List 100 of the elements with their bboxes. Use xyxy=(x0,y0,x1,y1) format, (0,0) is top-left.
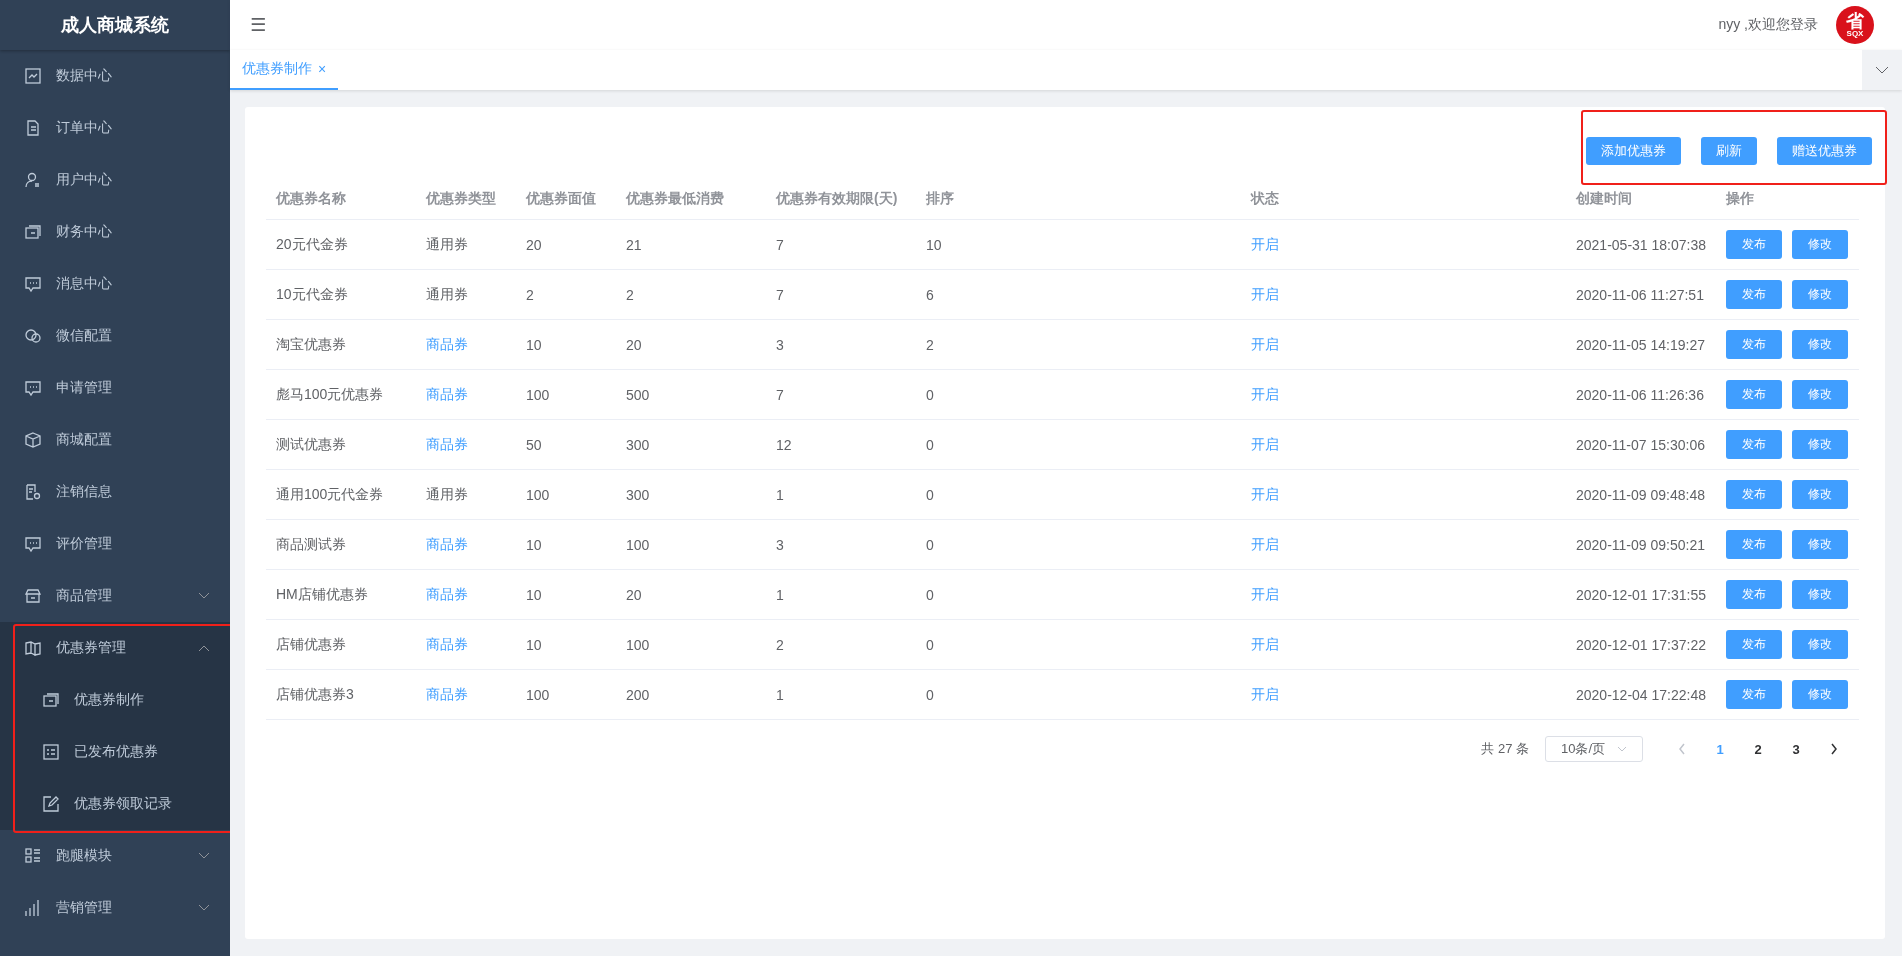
menu-item[interactable]: 评价管理 xyxy=(0,518,230,570)
menu-item[interactable]: 财务中心 xyxy=(0,206,230,258)
row-action-button[interactable]: 修改 xyxy=(1792,680,1848,709)
row-action-button[interactable]: 发布 xyxy=(1726,480,1782,509)
table-cell[interactable]: 开启 xyxy=(1251,635,1576,654)
close-icon[interactable]: × xyxy=(318,61,327,77)
user-icon xyxy=(24,171,42,189)
table-cell[interactable]: 开启 xyxy=(1251,335,1576,354)
toolbar-button[interactable]: 添加优惠券 xyxy=(1586,137,1681,165)
table-cell[interactable]: 商品券 xyxy=(426,535,526,554)
row-action-button[interactable]: 发布 xyxy=(1726,280,1782,309)
row-action-button[interactable]: 修改 xyxy=(1792,380,1848,409)
tab-menu-button[interactable] xyxy=(1862,50,1902,90)
ticket-icon xyxy=(42,691,60,709)
row-action-button[interactable]: 修改 xyxy=(1792,430,1848,459)
table-cell[interactable]: 商品券 xyxy=(426,585,526,604)
chevron-icon xyxy=(1875,66,1889,74)
menu-item[interactable]: 跑腿模块 xyxy=(0,830,230,882)
table-cell[interactable]: 商品券 xyxy=(426,635,526,654)
submenu-item[interactable]: 优惠券制作 xyxy=(0,674,230,726)
column-header: 排序 xyxy=(926,190,955,208)
table-cell[interactable]: 开启 xyxy=(1251,535,1576,554)
row-action-button[interactable]: 发布 xyxy=(1726,630,1782,659)
edit-icon xyxy=(42,795,60,813)
menu-item[interactable]: 数据中心 xyxy=(0,50,230,102)
table-cell-text: 100 xyxy=(526,486,551,503)
toolbar-button[interactable]: 赠送优惠券 xyxy=(1777,137,1872,165)
table-cell-text: 3 xyxy=(776,336,785,353)
row-action-button[interactable]: 修改 xyxy=(1792,480,1848,509)
toolbar-button[interactable]: 刷新 xyxy=(1701,137,1757,165)
row-action-button[interactable]: 发布 xyxy=(1726,680,1782,709)
table-cell-text: 200 xyxy=(626,686,651,703)
menu-item[interactable]: 用户中心 xyxy=(0,154,230,206)
row-action-button[interactable]: 修改 xyxy=(1792,330,1848,359)
menu-item[interactable]: 营销管理 xyxy=(0,882,230,934)
table-cell[interactable]: 开启 xyxy=(1251,435,1576,454)
submenu-item[interactable]: 已发布优惠券 xyxy=(0,726,230,778)
table-cell-text: 7 xyxy=(776,286,785,303)
table-cell-text: 2020-11-06 11:27:51 xyxy=(1576,286,1705,303)
page-number[interactable]: 2 xyxy=(1743,741,1773,757)
table-cell-text: 100 xyxy=(626,636,651,653)
column-header: 状态 xyxy=(1251,190,1280,208)
column-header: 创建时间 xyxy=(1576,190,1633,208)
bar-chart-icon xyxy=(24,899,42,917)
row-action-button[interactable]: 发布 xyxy=(1726,230,1782,259)
table-cell-text: 20 xyxy=(626,336,643,353)
column-header: 操作 xyxy=(1726,190,1755,208)
checklist-icon xyxy=(42,743,60,761)
row-action-button[interactable]: 修改 xyxy=(1792,630,1848,659)
table-cell-text: 100 xyxy=(626,536,651,553)
row-action-button[interactable]: 发布 xyxy=(1726,430,1782,459)
table-cell[interactable]: 开启 xyxy=(1251,235,1576,254)
table-cell[interactable]: 开启 xyxy=(1251,385,1576,404)
table-cell-text: HM店铺优惠券 xyxy=(276,585,369,604)
row-action-button[interactable]: 发布 xyxy=(1726,530,1782,559)
tab[interactable]: 优惠券制作 × xyxy=(230,50,339,90)
table-cell[interactable]: 商品券 xyxy=(426,685,526,704)
row-action-button[interactable]: 发布 xyxy=(1726,580,1782,609)
table-cell-text: 2021-05-31 18:07:38 xyxy=(1576,236,1707,253)
table-cell-text: 0 xyxy=(926,686,935,703)
row-action-button[interactable]: 修改 xyxy=(1792,230,1848,259)
column-header: 优惠券名称 xyxy=(276,190,347,208)
table-cell[interactable]: 开启 xyxy=(1251,685,1576,704)
table-cell-text: 通用券 xyxy=(426,285,469,304)
table-cell[interactable]: 开启 xyxy=(1251,485,1576,504)
menu-item[interactable]: 微信配置 xyxy=(0,310,230,362)
row-action-button[interactable]: 修改 xyxy=(1792,530,1848,559)
submenu-item[interactable]: 优惠券领取记录 xyxy=(0,778,230,830)
row-action-button[interactable]: 修改 xyxy=(1792,280,1848,309)
page-number[interactable]: 3 xyxy=(1781,741,1811,757)
table-cell[interactable]: 商品券 xyxy=(426,435,526,454)
table-cell[interactable]: 商品券 xyxy=(426,385,526,404)
table-cell-text: 3 xyxy=(776,536,785,553)
column-header: 优惠券有效期限(天) xyxy=(776,190,899,208)
table-cell-text: 300 xyxy=(626,486,651,503)
table-cell[interactable]: 开启 xyxy=(1251,285,1576,304)
row-action-button[interactable]: 发布 xyxy=(1726,380,1782,409)
table-cell-text: 0 xyxy=(926,386,935,403)
table-cell-text: 店铺优惠券 xyxy=(276,635,347,654)
row-action-button[interactable]: 发布 xyxy=(1726,330,1782,359)
menu-item[interactable]: 注销信息 xyxy=(0,466,230,518)
menu-item[interactable]: 消息中心 xyxy=(0,258,230,310)
menu-item[interactable]: 优惠券管理 xyxy=(0,622,230,674)
page-number[interactable]: 1 xyxy=(1705,741,1735,757)
menu-item[interactable]: 申请管理 xyxy=(0,362,230,414)
menu-icon[interactable]: ☰ xyxy=(250,15,267,35)
document-icon xyxy=(24,119,42,137)
table-cell[interactable]: 开启 xyxy=(1251,585,1576,604)
page-size-select[interactable]: 10条/页 xyxy=(1545,736,1643,762)
menu-item[interactable]: 商城配置 xyxy=(0,414,230,466)
box-icon xyxy=(24,431,42,449)
menu-item[interactable]: 商品管理 xyxy=(0,570,230,622)
table-cell[interactable]: 商品券 xyxy=(426,335,526,354)
menu-item[interactable]: 订单中心 xyxy=(0,102,230,154)
chat-icon xyxy=(24,379,42,397)
table-cell-text: 彪马100元优惠券 xyxy=(276,385,385,404)
avatar-logo[interactable]: 省 SQX xyxy=(1836,6,1874,44)
table-cell-text: 0 xyxy=(926,586,935,603)
table-cell-text: 通用券 xyxy=(426,485,469,504)
row-action-button[interactable]: 修改 xyxy=(1792,580,1848,609)
